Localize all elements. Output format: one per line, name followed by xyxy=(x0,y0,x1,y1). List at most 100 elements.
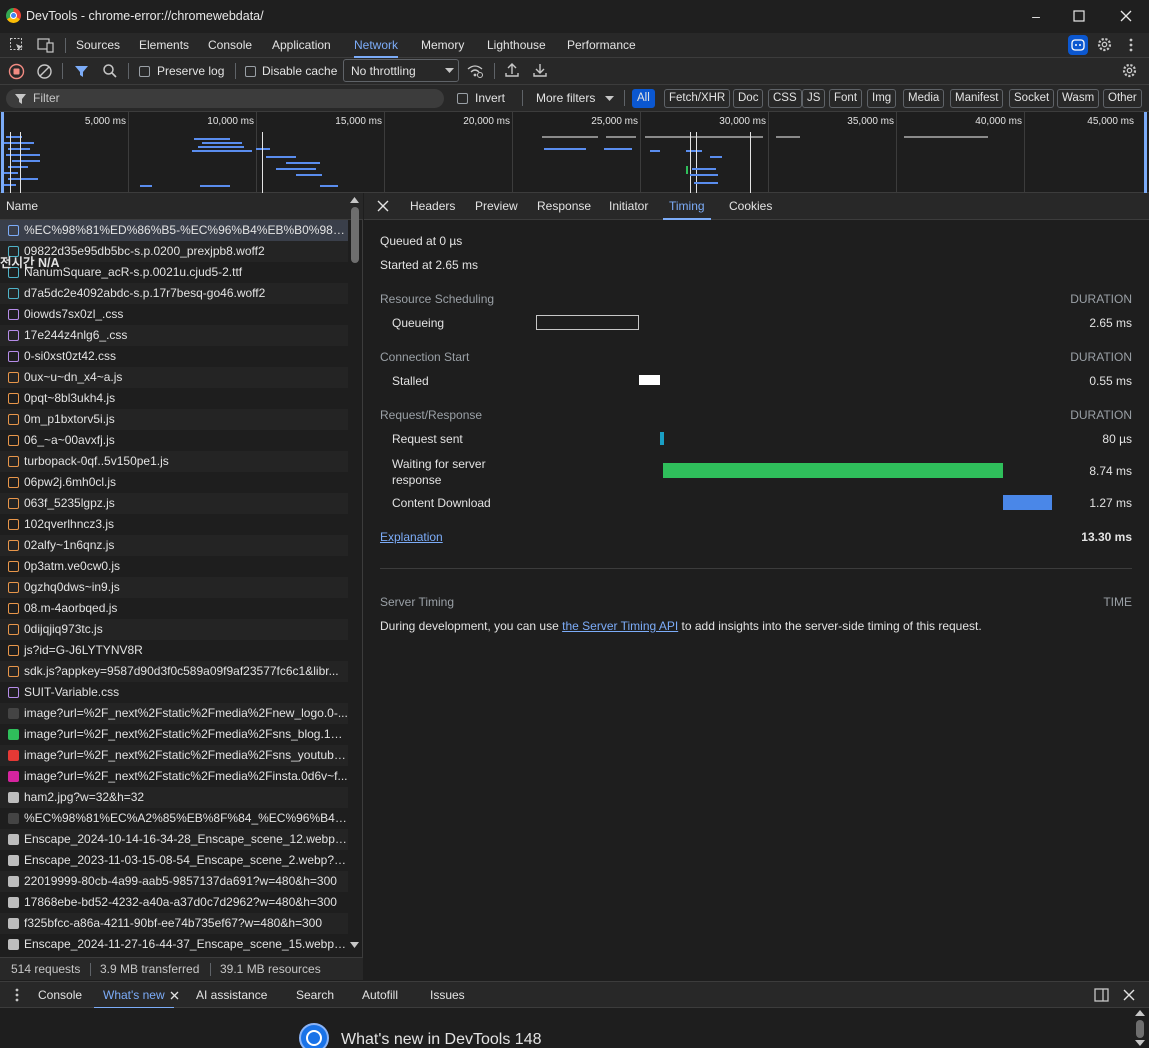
filter-chip-css[interactable]: CSS xyxy=(768,89,802,108)
tab-performance[interactable]: Performance xyxy=(567,33,636,58)
scroll-down-arrow-icon[interactable] xyxy=(350,941,359,949)
tab-elements[interactable]: Elements xyxy=(139,33,189,58)
tab-initiator[interactable]: Initiator xyxy=(609,193,648,220)
request-row[interactable]: %EC%98%81%EC%A2%85%EB%8F%84_%EC%96%B4%EB… xyxy=(0,808,348,829)
request-row[interactable]: 0dijqjiq973tc.js xyxy=(0,619,348,640)
tab-response[interactable]: Response xyxy=(537,193,591,220)
filter-chip-media[interactable]: Media xyxy=(903,89,945,108)
maximize-icon[interactable] xyxy=(1069,6,1089,26)
tab-memory[interactable]: Memory xyxy=(421,33,464,58)
request-row[interactable]: 0ux~u~dn_x4~a.js xyxy=(0,367,348,388)
request-row[interactable]: d7a5dc2e4092abdc-s.p.17r7besq-go46.woff2 xyxy=(0,283,348,304)
request-row[interactable]: 17868ebe-bd52-4232-a40a-a37d0c7d2962?w=4… xyxy=(0,892,348,913)
request-row[interactable]: js?id=G-J6LYTYNV8R xyxy=(0,640,348,661)
filter-chip-all[interactable]: All xyxy=(632,89,655,108)
filter-chip-other[interactable]: Other xyxy=(1103,89,1142,108)
filter-input[interactable]: Filter xyxy=(6,89,444,108)
server-timing-api-link[interactable]: the Server Timing API xyxy=(562,619,678,633)
tab-cookies[interactable]: Cookies xyxy=(729,193,772,220)
filter-chip-font[interactable]: Font xyxy=(829,89,863,108)
filter-chip-manifest[interactable]: Manifest xyxy=(950,89,1004,108)
request-row[interactable]: 102qverlhncz3.js xyxy=(0,514,348,535)
invert-checkbox[interactable] xyxy=(457,93,468,104)
scroll-up-arrow-icon[interactable] xyxy=(350,196,359,204)
request-row[interactable]: turbopack-0qf..5v150pe1.js xyxy=(0,451,348,472)
preserve-log-checkbox[interactable] xyxy=(139,66,150,77)
device-toolbar-icon[interactable] xyxy=(37,37,55,53)
settings-gear-icon[interactable] xyxy=(1096,36,1113,53)
drawer-menu-icon[interactable] xyxy=(13,988,21,1003)
filter-chip-wasm[interactable]: Wasm xyxy=(1057,89,1100,108)
drawer-tab-search[interactable]: Search xyxy=(296,982,334,1009)
throttling-select[interactable]: No throttling xyxy=(343,59,459,82)
explanation-link[interactable]: Explanation xyxy=(380,530,443,544)
import-har-icon[interactable] xyxy=(504,62,520,78)
request-row[interactable]: Enscape_2023-11-03-15-08-54_Enscape_scen… xyxy=(0,850,348,871)
request-row[interactable]: 0p3atm.ve0cw0.js xyxy=(0,556,348,577)
filter-chip-doc[interactable]: Doc xyxy=(733,89,764,108)
selection-handle-right[interactable] xyxy=(1144,112,1147,193)
request-row[interactable]: 063f_5235lgpz.js xyxy=(0,493,348,514)
drawer-tab-autofill[interactable]: Autofill xyxy=(362,982,398,1009)
filter-chip-fetch-xhr[interactable]: Fetch/XHR xyxy=(664,89,731,108)
record-stop-icon[interactable] xyxy=(8,63,25,80)
request-row[interactable]: 22019999-80cb-4a99-aab5-9857137da691?w=4… xyxy=(0,871,348,892)
request-row[interactable]: 06_~a~00avxfj.js xyxy=(0,430,348,451)
tab-network[interactable]: Network xyxy=(354,33,399,58)
request-row[interactable]: image?url=%2F_next%2Fstatic%2Fmedia%2Fin… xyxy=(0,766,348,787)
timeline-overview[interactable]: 5,000 ms 10,000 ms 15,000 ms 20,000 ms 2… xyxy=(0,112,1149,193)
request-row[interactable]: image?url=%2F_next%2Fstatic%2Fmedia%2Fsn… xyxy=(0,724,348,745)
drawer-scroll-down-icon[interactable] xyxy=(1135,1039,1145,1047)
request-row[interactable]: %EC%98%81%ED%86%B5-%EC%96%B4%EB%B0%98%E.… xyxy=(0,220,348,241)
request-row[interactable]: 0m_p1bxtorv5i.js xyxy=(0,409,348,430)
request-row[interactable]: image?url=%2F_next%2Fstatic%2Fmedia%2Fsn… xyxy=(0,745,348,766)
tab-lighthouse[interactable]: Lighthouse xyxy=(487,33,546,58)
dock-side-icon[interactable] xyxy=(1094,988,1109,1002)
ai-assistance-icon[interactable] xyxy=(1068,35,1088,55)
drawer-tab-issues[interactable]: Issues xyxy=(430,982,465,1009)
request-row[interactable]: sdk.js?appkey=9587d90d3f0c589a09f9af2357… xyxy=(0,661,348,682)
drawer-tab-console[interactable]: Console xyxy=(38,982,82,1009)
more-options-icon[interactable] xyxy=(1127,37,1135,53)
drawer-scroll-up-icon[interactable] xyxy=(1135,1009,1145,1017)
filter-chip-socket[interactable]: Socket xyxy=(1009,89,1055,108)
request-row[interactable]: 0-si0xst0zt42.css xyxy=(0,346,348,367)
search-icon[interactable] xyxy=(102,63,118,79)
request-row[interactable]: Enscape_2024-11-27-16-44-37_Enscape_scen… xyxy=(0,934,348,955)
inspect-element-icon[interactable] xyxy=(9,37,25,53)
network-conditions-icon[interactable] xyxy=(466,63,484,79)
request-row[interactable]: image?url=%2F_next%2Fstatic%2Fmedia%2Fne… xyxy=(0,703,348,724)
request-row[interactable]: Enscape_2024-10-14-16-34-28_Enscape_scen… xyxy=(0,829,348,850)
close-drawer-icon[interactable] xyxy=(1123,989,1135,1001)
disable-cache-checkbox[interactable] xyxy=(245,66,256,77)
close-tab-icon[interactable] xyxy=(170,991,179,1000)
request-row[interactable]: f325bfcc-a86a-4211-90bf-ee74b735ef67?w=4… xyxy=(0,913,348,934)
request-row[interactable]: 0iowds7sx0zl_.css xyxy=(0,304,348,325)
drawer-tab-ai-assistance[interactable]: AI assistance xyxy=(196,982,267,1009)
tab-console[interactable]: Console xyxy=(208,33,252,58)
tab-timing[interactable]: Timing xyxy=(663,193,711,220)
filter-chip-js[interactable]: JS xyxy=(802,89,826,108)
drawer-tab-whats-new[interactable]: What's new xyxy=(94,982,174,1009)
export-har-icon[interactable] xyxy=(532,62,548,78)
tab-headers[interactable]: Headers xyxy=(410,193,455,220)
network-settings-gear-icon[interactable] xyxy=(1121,62,1138,79)
filter-funnel-icon[interactable] xyxy=(74,64,89,79)
close-window-icon[interactable] xyxy=(1116,6,1136,26)
request-row[interactable]: 0gzhq0dws~in9.js xyxy=(0,577,348,598)
request-row[interactable]: 02alfy~1n6qnz.js xyxy=(0,535,348,556)
tab-sources[interactable]: Sources xyxy=(76,33,120,58)
request-row[interactable]: 06pw2j.6mh0cl.js xyxy=(0,472,348,493)
tab-application[interactable]: Application xyxy=(272,33,331,58)
filter-chip-img[interactable]: Img xyxy=(867,89,897,108)
request-row[interactable]: SUIT-Variable.css xyxy=(0,682,348,703)
more-filters-button[interactable]: More filters xyxy=(536,91,595,105)
minimize-icon[interactable]: – xyxy=(1026,6,1046,26)
request-row[interactable]: 17e244z4nlg6_.css xyxy=(0,325,348,346)
tab-preview[interactable]: Preview xyxy=(475,193,518,220)
request-row[interactable]: 0pqt~8bl3ukh4.js xyxy=(0,388,348,409)
drawer-scrollbar-thumb[interactable] xyxy=(1136,1020,1144,1038)
clear-icon[interactable] xyxy=(36,63,53,80)
request-row[interactable]: ham2.jpg?w=32&h=32 xyxy=(0,787,348,808)
name-column-header[interactable]: Name xyxy=(0,193,363,220)
